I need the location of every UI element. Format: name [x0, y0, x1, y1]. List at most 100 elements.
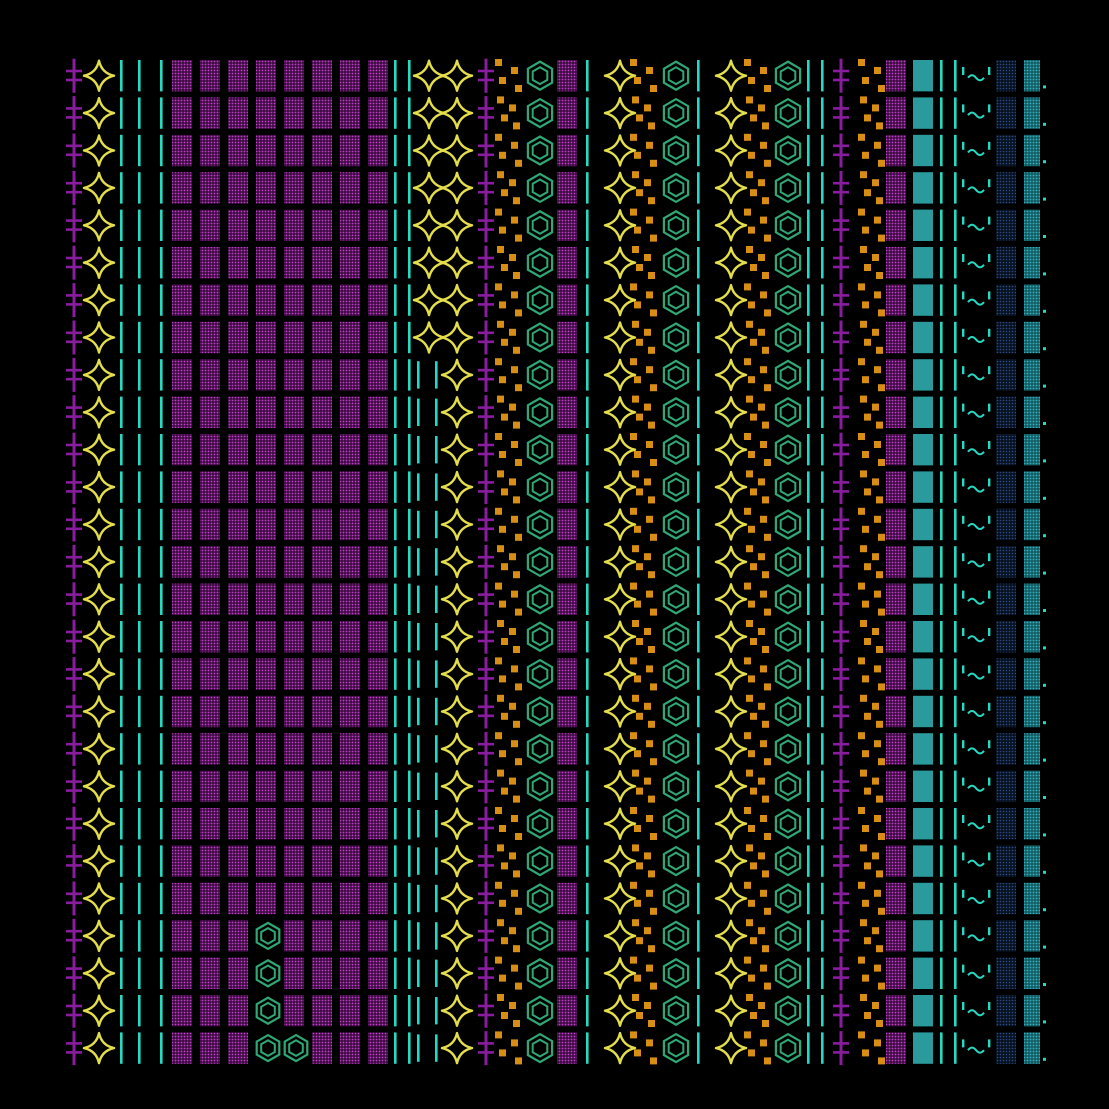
plus-bar-top	[833, 368, 849, 372]
plus-bar-top	[66, 518, 82, 522]
dotted-block	[312, 920, 332, 952]
orange-square	[760, 665, 767, 673]
dotted-block	[284, 471, 304, 503]
plus-bar-bottom	[66, 864, 82, 867]
vertical-bar	[954, 546, 957, 578]
hexagon-icon	[774, 471, 802, 503]
vertical-bar	[408, 695, 411, 728]
orange-square	[495, 956, 502, 964]
orange-square	[874, 665, 881, 673]
plus-bar-bottom	[478, 677, 494, 680]
dotted-block	[172, 658, 192, 690]
hexagon-icon	[774, 958, 802, 989]
hexagon-icon	[774, 247, 802, 278]
teal-block	[913, 845, 933, 877]
vertical-bar	[394, 621, 397, 653]
orange-square	[764, 683, 771, 691]
vertical-bar	[417, 660, 420, 688]
hexagon-inner-icon	[288, 1039, 304, 1058]
sparkle-icon	[412, 283, 446, 317]
tilde-tick-right	[988, 104, 991, 113]
sparkle-icon	[82, 657, 116, 691]
hexagon-inner-icon	[667, 140, 685, 161]
dotted-block	[886, 995, 906, 1027]
orange-square	[878, 234, 885, 242]
teal-dotted-block	[1024, 284, 1040, 316]
vertical-bar	[160, 1032, 163, 1064]
orange-square	[872, 179, 879, 187]
orange-square	[860, 395, 867, 403]
vertical-bar	[821, 134, 824, 167]
orange-square	[764, 982, 771, 990]
sparkle-icon	[714, 470, 748, 504]
vertical-bar	[586, 695, 589, 728]
sparkle-icon	[714, 994, 748, 1027]
hexagon-inner-icon	[531, 215, 549, 235]
vertical-bar	[417, 510, 420, 539]
dotted-block	[172, 321, 192, 354]
dotted-block	[284, 957, 304, 989]
sparkle-icon	[82, 433, 116, 466]
teal-dot	[1043, 758, 1046, 762]
tilde-wave-icon	[967, 336, 985, 343]
dotted-block	[340, 583, 360, 615]
dotted-block	[200, 995, 220, 1027]
orange-square	[748, 675, 755, 683]
dotted-block	[368, 546, 388, 578]
sparkle-icon	[603, 96, 637, 130]
orange-square	[760, 1039, 767, 1047]
sparkle-icon	[82, 620, 116, 653]
hexagon-icon	[526, 546, 554, 578]
sparkle-icon	[714, 695, 748, 728]
dotted-block	[256, 471, 276, 503]
dotted-block	[557, 957, 577, 989]
dotted-block	[557, 770, 577, 802]
dotted-block	[256, 658, 276, 690]
plus-vertical	[484, 320, 488, 355]
tilde-wave-icon	[967, 672, 985, 680]
dotted-block	[340, 434, 360, 466]
plus-bar-top	[66, 967, 82, 970]
orange-square	[644, 104, 651, 112]
dotted-block	[557, 471, 577, 503]
orange-square	[515, 309, 522, 317]
vertical-bar	[408, 957, 411, 989]
vertical-bar	[408, 808, 411, 840]
orange-square	[878, 459, 885, 466]
orange-square	[758, 254, 765, 261]
orange-square	[636, 114, 643, 122]
sparkle-icon	[82, 1031, 116, 1065]
dotted-block	[340, 808, 360, 840]
orange-square	[497, 694, 504, 702]
plus-vertical	[484, 731, 488, 766]
orange-square	[509, 1002, 516, 1009]
hexagon-icon	[662, 995, 690, 1026]
orange-square	[632, 246, 639, 253]
orange-square	[497, 919, 504, 927]
vertical-bar	[697, 733, 700, 765]
orange-square	[515, 384, 522, 392]
plus-bar-bottom	[66, 228, 82, 231]
orange-square	[495, 133, 502, 141]
orange-square	[650, 907, 657, 915]
vertical-bar	[586, 209, 589, 241]
orange-square	[515, 758, 522, 766]
dotted-block	[228, 695, 248, 728]
hexagon-icon	[662, 471, 690, 503]
vertical-bar	[697, 508, 700, 541]
vertical-bar	[586, 621, 589, 653]
plus-vertical	[72, 133, 76, 168]
tilde-tick-left	[962, 141, 965, 150]
hexagon-inner-icon	[667, 963, 685, 983]
dotted-block	[256, 733, 276, 765]
dotted-block	[172, 995, 192, 1027]
dotted-block	[200, 359, 220, 391]
orange-square	[515, 533, 522, 541]
orange-square	[858, 433, 865, 440]
hexagon-icon	[774, 97, 802, 129]
plus-bar-top	[66, 555, 82, 559]
orange-square	[634, 226, 641, 234]
dotted-block	[284, 583, 304, 615]
orange-square	[858, 956, 865, 964]
dotted-block	[557, 508, 577, 541]
